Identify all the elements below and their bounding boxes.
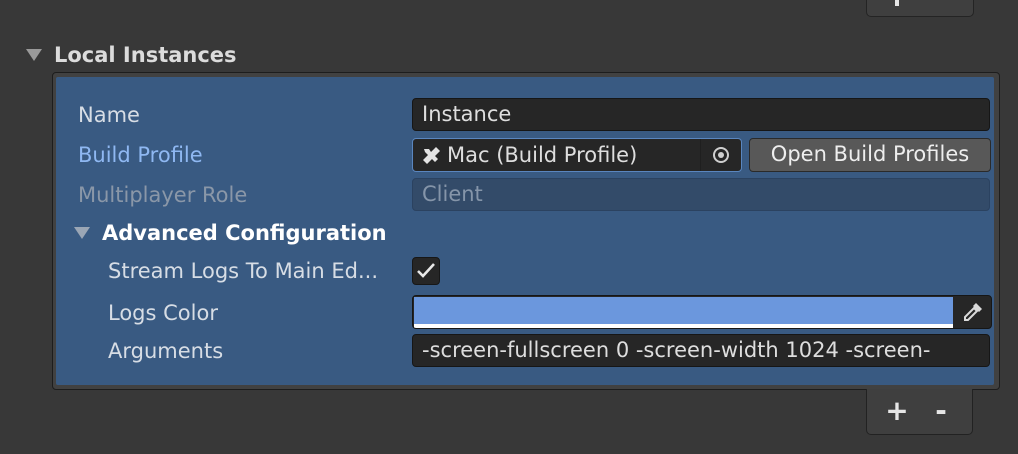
arguments-label: Arguments [108, 339, 224, 363]
build-profile-field[interactable]: Mac (Build Profile) [412, 138, 742, 172]
triangle-down-icon [74, 227, 90, 239]
multiplayer-role-label: Multiplayer Role [78, 183, 248, 207]
advanced-configuration-title: Advanced Configuration [102, 221, 387, 245]
multiplayer-role-field: Client [412, 178, 990, 211]
inspector-panel: Local Instances Name Instance Build Prof… [0, 0, 1018, 454]
previous-list-footer [866, 0, 974, 17]
name-field[interactable]: Instance [412, 98, 990, 131]
build-profile-value: Mac (Build Profile) [447, 143, 638, 167]
add-instance-button[interactable]: + [877, 393, 917, 429]
object-picker-button[interactable] [700, 139, 741, 171]
list-footer: + - [866, 389, 973, 435]
color-swatch [414, 297, 953, 324]
name-row: Name Instance [56, 97, 994, 133]
section-title: Local Instances [54, 43, 237, 67]
stream-logs-checkbox[interactable] [412, 257, 440, 285]
stream-logs-label: Stream Logs To Main Ed... [108, 259, 378, 283]
multiplayer-role-row: Multiplayer Role Client [56, 177, 994, 213]
build-profile-row: Build Profile Mac (Build Profile) Open B… [56, 137, 994, 173]
open-build-profiles-button[interactable]: Open Build Profiles [749, 138, 991, 172]
checkmark-icon [417, 263, 435, 278]
triangle-down-icon [26, 49, 42, 61]
alpha-bar [414, 324, 953, 328]
build-profile-label: Build Profile [78, 143, 203, 167]
object-picker-icon [713, 147, 729, 163]
logs-color-row: Logs Color [56, 295, 994, 331]
eyedropper-icon [964, 303, 982, 321]
stream-logs-row: Stream Logs To Main Ed... [56, 253, 994, 289]
local-instances-foldout[interactable]: Local Instances [26, 41, 237, 69]
advanced-configuration-row: Advanced Configuration [56, 215, 994, 251]
logs-color-field[interactable] [412, 295, 992, 329]
remove-instance-button[interactable]: - [921, 393, 961, 429]
list-item[interactable]: Name Instance Build Profile Mac (Build P… [56, 77, 994, 385]
name-label: Name [78, 103, 140, 127]
instances-list: Name Instance Build Profile Mac (Build P… [52, 72, 1000, 390]
arguments-field[interactable]: -screen-fullscreen 0 -screen-width 1024 … [412, 334, 990, 367]
eyedropper-button[interactable] [955, 296, 991, 328]
add-button-partial[interactable] [895, 0, 899, 6]
logs-color-label: Logs Color [108, 301, 218, 325]
arguments-row: Arguments -screen-fullscreen 0 -screen-w… [56, 333, 994, 369]
advanced-configuration-foldout[interactable]: Advanced Configuration [74, 215, 387, 251]
tools-icon [423, 147, 440, 164]
